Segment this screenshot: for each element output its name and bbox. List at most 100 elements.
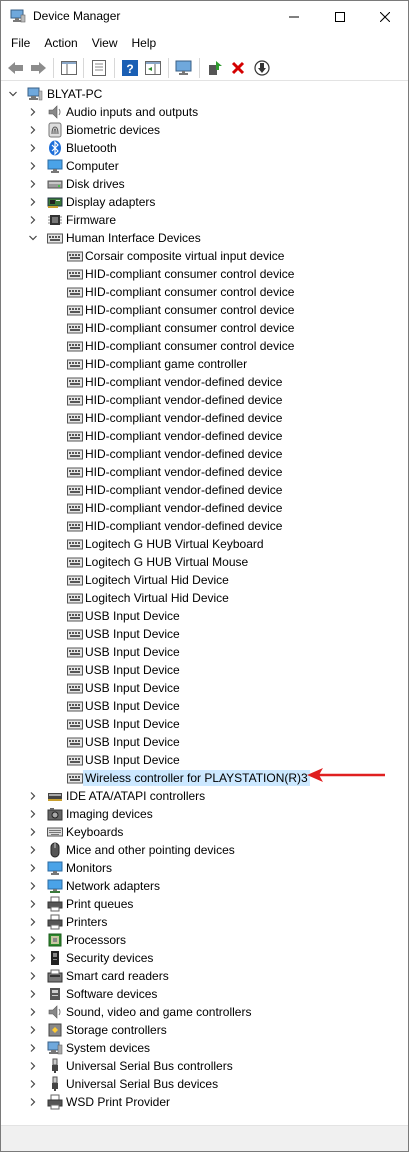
tree-device-node[interactable]: HID-compliant vendor-defined device bbox=[1, 481, 408, 499]
expand-toggle[interactable] bbox=[27, 160, 39, 172]
tree-category-node[interactable]: Printers bbox=[1, 913, 408, 931]
menu-file[interactable]: File bbox=[4, 33, 37, 53]
back-button[interactable] bbox=[5, 57, 27, 79]
tree-category-node[interactable]: Audio inputs and outputs bbox=[1, 103, 408, 121]
tree-category-node[interactable]: Storage controllers bbox=[1, 1021, 408, 1039]
expand-toggle[interactable] bbox=[27, 808, 39, 820]
expand-toggle[interactable] bbox=[27, 196, 39, 208]
menu-view[interactable]: View bbox=[85, 33, 125, 53]
expand-toggle[interactable] bbox=[27, 142, 39, 154]
tree-device-node[interactable]: USB Input Device bbox=[1, 733, 408, 751]
expand-toggle[interactable] bbox=[27, 880, 39, 892]
maximize-button[interactable] bbox=[317, 1, 363, 32]
tree-category-node[interactable]: Computer bbox=[1, 157, 408, 175]
collapse-toggle[interactable] bbox=[7, 88, 19, 100]
tree-device-node[interactable]: HID-compliant consumer control device bbox=[1, 319, 408, 337]
expand-toggle[interactable] bbox=[27, 790, 39, 802]
expand-toggle[interactable] bbox=[27, 106, 39, 118]
uninstall-device-button[interactable] bbox=[227, 57, 249, 79]
expand-toggle[interactable] bbox=[27, 214, 39, 226]
menu-help[interactable]: Help bbox=[125, 33, 164, 53]
expand-toggle[interactable] bbox=[27, 1096, 39, 1108]
expand-toggle[interactable] bbox=[27, 898, 39, 910]
minimize-button[interactable] bbox=[271, 1, 317, 32]
tree-device-node[interactable]: Logitech Virtual Hid Device bbox=[1, 571, 408, 589]
tree-device-node[interactable]: USB Input Device bbox=[1, 697, 408, 715]
menu-action[interactable]: Action bbox=[37, 33, 84, 53]
tree-category-node[interactable]: Disk drives bbox=[1, 175, 408, 193]
tree-category-node[interactable]: Monitors bbox=[1, 859, 408, 877]
tree-device-node[interactable]: USB Input Device bbox=[1, 679, 408, 697]
tree-device-node[interactable]: Logitech Virtual Hid Device bbox=[1, 589, 408, 607]
expand-toggle[interactable] bbox=[27, 934, 39, 946]
tree-category-node[interactable]: Sound, video and game controllers bbox=[1, 1003, 408, 1021]
tree-device-node[interactable]: USB Input Device bbox=[1, 643, 408, 661]
tree-category-node[interactable]: Bluetooth bbox=[1, 139, 408, 157]
tree-category-node[interactable]: Human Interface Devices bbox=[1, 229, 408, 247]
tree-device-node[interactable]: HID-compliant consumer control device bbox=[1, 301, 408, 319]
tree-device-node[interactable]: HID-compliant vendor-defined device bbox=[1, 463, 408, 481]
tree-category-node[interactable]: Security devices bbox=[1, 949, 408, 967]
tree-device-node[interactable]: HID-compliant vendor-defined device bbox=[1, 445, 408, 463]
tree-category-node[interactable]: WSD Print Provider bbox=[1, 1093, 408, 1111]
tree-device-node[interactable]: HID-compliant consumer control device bbox=[1, 265, 408, 283]
tree-category-node[interactable]: Mice and other pointing devices bbox=[1, 841, 408, 859]
show-hide-console-tree-button[interactable] bbox=[58, 57, 80, 79]
tree-category-node[interactable]: Smart card readers bbox=[1, 967, 408, 985]
tree-category-node[interactable]: Print queues bbox=[1, 895, 408, 913]
collapse-toggle[interactable] bbox=[27, 232, 39, 244]
action-pane-button[interactable] bbox=[142, 57, 164, 79]
tree-device-node[interactable]: USB Input Device bbox=[1, 715, 408, 733]
tree-device-node[interactable]: USB Input Device bbox=[1, 625, 408, 643]
tree-category-node[interactable]: Imaging devices bbox=[1, 805, 408, 823]
tree-category-node[interactable]: Processors bbox=[1, 931, 408, 949]
expand-toggle[interactable] bbox=[27, 124, 39, 136]
tree-device-node[interactable]: USB Input Device bbox=[1, 607, 408, 625]
tree-device-node[interactable]: HID-compliant vendor-defined device bbox=[1, 391, 408, 409]
close-button[interactable] bbox=[362, 1, 408, 32]
tree-device-node[interactable]: HID-compliant consumer control device bbox=[1, 337, 408, 355]
tree-device-node[interactable]: HID-compliant vendor-defined device bbox=[1, 409, 408, 427]
tree-device-node[interactable]: Logitech G HUB Virtual Mouse bbox=[1, 553, 408, 571]
expand-toggle[interactable] bbox=[27, 1042, 39, 1054]
disable-device-button[interactable] bbox=[251, 57, 273, 79]
tree-category-node[interactable]: Firmware bbox=[1, 211, 408, 229]
tree-category-node[interactable]: Display adapters bbox=[1, 193, 408, 211]
tree-device-node[interactable]: HID-compliant vendor-defined device bbox=[1, 373, 408, 391]
expand-toggle[interactable] bbox=[27, 1006, 39, 1018]
expand-toggle[interactable] bbox=[27, 952, 39, 964]
tree-root-node[interactable]: BLYAT-PC bbox=[1, 85, 408, 103]
expand-toggle[interactable] bbox=[27, 1078, 39, 1090]
expand-toggle[interactable] bbox=[27, 862, 39, 874]
tree-device-node[interactable]: HID-compliant vendor-defined device bbox=[1, 517, 408, 535]
tree-category-node[interactable]: Keyboards bbox=[1, 823, 408, 841]
tree-device-node[interactable]: Corsair composite virtual input device bbox=[1, 247, 408, 265]
title-bar[interactable]: Device Manager bbox=[1, 1, 408, 32]
tree-device-node[interactable]: Logitech G HUB Virtual Keyboard bbox=[1, 535, 408, 553]
tree-device-node[interactable]: HID-compliant game controller bbox=[1, 355, 408, 373]
update-driver-button[interactable] bbox=[204, 57, 226, 79]
tree-category-node[interactable]: Software devices bbox=[1, 985, 408, 1003]
tree-category-node[interactable]: Universal Serial Bus devices bbox=[1, 1075, 408, 1093]
tree-category-node[interactable]: Biometric devices bbox=[1, 121, 408, 139]
expand-toggle[interactable] bbox=[27, 988, 39, 1000]
forward-button[interactable] bbox=[27, 57, 49, 79]
expand-toggle[interactable] bbox=[27, 1024, 39, 1036]
tree-category-node[interactable]: System devices bbox=[1, 1039, 408, 1057]
tree-category-node[interactable]: Network adapters bbox=[1, 877, 408, 895]
expand-toggle[interactable] bbox=[27, 844, 39, 856]
expand-toggle[interactable] bbox=[27, 916, 39, 928]
expand-toggle[interactable] bbox=[27, 1060, 39, 1072]
scan-hardware-changes-button[interactable] bbox=[173, 57, 195, 79]
help-button[interactable]: ? bbox=[119, 57, 141, 79]
device-tree[interactable]: BLYAT-PC Audio inputs and outputs Biometri… bbox=[1, 85, 408, 1123]
tree-device-node[interactable]: HID-compliant consumer control device bbox=[1, 283, 408, 301]
tree-device-node[interactable]: HID-compliant vendor-defined device bbox=[1, 499, 408, 517]
tree-category-node[interactable]: Universal Serial Bus controllers bbox=[1, 1057, 408, 1075]
expand-toggle[interactable] bbox=[27, 826, 39, 838]
tree-category-node[interactable]: IDE ATA/ATAPI controllers bbox=[1, 787, 408, 805]
properties-button[interactable] bbox=[88, 57, 110, 79]
expand-toggle[interactable] bbox=[27, 970, 39, 982]
tree-device-node[interactable]: USB Input Device bbox=[1, 661, 408, 679]
expand-toggle[interactable] bbox=[27, 178, 39, 190]
